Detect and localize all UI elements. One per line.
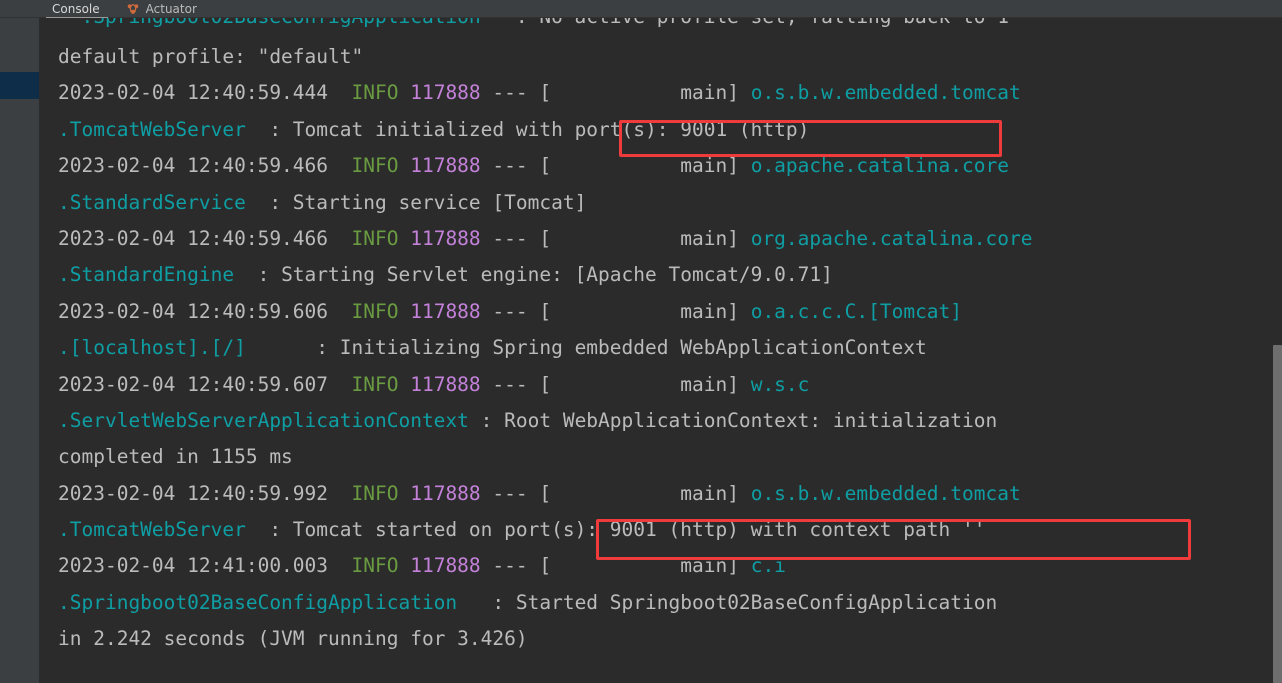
- console-line-segment: 2023-02-04 12:40:59.606: [58, 299, 329, 323]
- console-line-segment: 2023-02-04 12:40:59.607: [58, 372, 329, 396]
- console-line-segment: 117888: [398, 226, 481, 250]
- console-scrollbar-thumb[interactable]: [1273, 345, 1282, 683]
- console-line-segment: INFO: [328, 299, 399, 323]
- console-line-segment: .TomcatWebServer: [58, 518, 246, 542]
- console-line-segment: : Tomcat started on port(s): 9001 (http)…: [245, 518, 986, 542]
- console-line: default profile: "default": [39, 39, 1032, 75]
- console-line-segment: .ServletWebServerApplicationContext: [58, 408, 469, 432]
- console-line-list: .Springboot02BaseConfigApplication : No …: [39, 18, 1032, 658]
- tab-console[interactable]: Console: [40, 0, 114, 19]
- tab-actuator-label: Actuator: [145, 1, 197, 16]
- console-line: 2023-02-04 12:40:59.607 INFO 117888 --- …: [39, 367, 1032, 403]
- console-line-segment: INFO: [328, 481, 399, 505]
- console-output-area[interactable]: .Springboot02BaseConfigApplication : No …: [39, 18, 1282, 683]
- console-line-segment: o.a.c.c.C.[Tomcat]: [750, 299, 963, 323]
- tab-console-label: Console: [52, 1, 100, 16]
- console-line-segment: INFO: [328, 226, 399, 250]
- console-line-segment: 2023-02-04 12:40:59.992: [58, 481, 329, 505]
- console-line-segment: INFO: [328, 554, 399, 578]
- console-line-segment: o.s.b.w.embedded.tomcat: [750, 481, 1021, 505]
- console-line-segment: INFO: [328, 81, 399, 105]
- console-line-segment: c.i: [750, 554, 786, 578]
- console-tool-window: Console Actuator .Springboot02BaseConfig…: [0, 0, 1282, 683]
- console-line-segment: 117888: [398, 481, 481, 505]
- tab-actuator[interactable]: Actuator: [114, 0, 211, 18]
- console-line-segment: : Started Springboot02BaseConfigApplicat…: [457, 590, 998, 614]
- console-line: in 2.242 seconds (JVM running for 3.426): [39, 621, 1032, 657]
- console-line-segment: o.apache.catalina.core: [750, 154, 1009, 178]
- console-line: .StandardEngine : Starting Servlet engin…: [39, 257, 1032, 293]
- console-line: .ServletWebServerApplicationContext : Ro…: [39, 403, 1032, 439]
- console-line-segment: 117888: [398, 81, 481, 105]
- console-line: 2023-02-04 12:40:59.466 INFO 117888 --- …: [39, 148, 1032, 184]
- console-line-segment: : Starting service [Tomcat]: [245, 190, 587, 214]
- console-line-segment: .TomcatWebServer: [58, 117, 246, 141]
- console-line-segment: : Tomcat initialized with port(s): 9001 …: [245, 117, 810, 141]
- console-line-segment: --- [ main]: [480, 481, 751, 505]
- console-line: 2023-02-04 12:40:59.466 INFO 117888 --- …: [39, 221, 1032, 257]
- console-line-segment: o.s.b.w.embedded.tomcat: [750, 81, 1021, 105]
- console-line: 2023-02-04 12:40:59.992 INFO 117888 --- …: [39, 476, 1032, 512]
- console-line-segment: 117888: [398, 554, 481, 578]
- console-scrollbar-track[interactable]: [1271, 18, 1282, 683]
- console-line: 2023-02-04 12:41:00.003 INFO 117888 --- …: [39, 548, 1032, 584]
- console-line-segment: --- [ main]: [480, 154, 751, 178]
- console-line-segment: 2023-02-04 12:40:59.466: [58, 226, 329, 250]
- console-line-segment: --- [ main]: [480, 81, 751, 105]
- console-line-segment: 117888: [398, 299, 481, 323]
- console-line-segment: --- [ main]: [480, 299, 751, 323]
- console-line-segment: : Root WebApplicationContext: initializa…: [468, 408, 998, 432]
- console-line-segment: in 2.242 seconds (JVM running for 3.426): [58, 627, 528, 651]
- console-line-segment: INFO: [328, 372, 399, 396]
- console-line-segment: 2023-02-04 12:41:00.003: [58, 554, 329, 578]
- console-line-segment: .StandardEngine: [58, 263, 235, 287]
- console-line-segment: --- [ main]: [480, 372, 751, 396]
- console-line-segment: .Springboot02BaseConfigApplication: [58, 18, 480, 28]
- console-line-segment: w.s.c: [750, 372, 810, 396]
- console-line: .StandardService : Starting service [Tom…: [39, 185, 1032, 221]
- console-line-segment: : No active profile set, falling back to…: [481, 18, 1009, 28]
- actuator-molecule-icon: [126, 2, 140, 16]
- console-line: 2023-02-04 12:40:59.444 INFO 117888 --- …: [39, 75, 1032, 111]
- console-line-segment: --- [ main]: [480, 554, 751, 578]
- console-line: 2023-02-04 12:40:59.606 INFO 117888 --- …: [39, 294, 1032, 330]
- editor-gutter: [0, 18, 39, 683]
- console-line-segment: default profile: "default": [58, 45, 364, 68]
- console-line-segment: 117888: [398, 372, 481, 396]
- console-line-segment: .[localhost].[/]: [58, 336, 246, 360]
- console-line-segment: 117888: [398, 154, 481, 178]
- console-line-segment: --- [ main]: [480, 226, 751, 250]
- tab-bar: Console Actuator: [0, 0, 1282, 19]
- console-line: .Springboot02BaseConfigApplication : Sta…: [39, 585, 1032, 621]
- console-line-segment: org.apache.catalina.core: [750, 226, 1033, 250]
- console-line: .TomcatWebServer : Tomcat initialized wi…: [39, 112, 1032, 148]
- console-line: .TomcatWebServer : Tomcat started on por…: [39, 512, 1032, 548]
- console-line: .[localhost].[/] : Initializing Spring e…: [39, 330, 1032, 366]
- console-line-segment: 2023-02-04 12:40:59.444: [58, 81, 329, 105]
- console-line: .Springboot02BaseConfigApplication : No …: [39, 18, 1032, 39]
- console-line-segment: : Initializing Spring embedded WebApplic…: [245, 336, 927, 360]
- console-line-segment: 2023-02-04 12:40:59.466: [58, 154, 329, 178]
- console-line-segment: .Springboot02BaseConfigApplication: [58, 590, 458, 614]
- console-line-segment: INFO: [328, 154, 399, 178]
- console-line-segment: completed in 1155 ms: [58, 445, 293, 469]
- console-line: completed in 1155 ms: [39, 439, 1032, 475]
- console-line-segment: .StandardService: [58, 190, 246, 214]
- gutter-highlight-marker[interactable]: [0, 72, 39, 99]
- console-line-segment: : Starting Servlet engine: [Apache Tomca…: [234, 263, 833, 287]
